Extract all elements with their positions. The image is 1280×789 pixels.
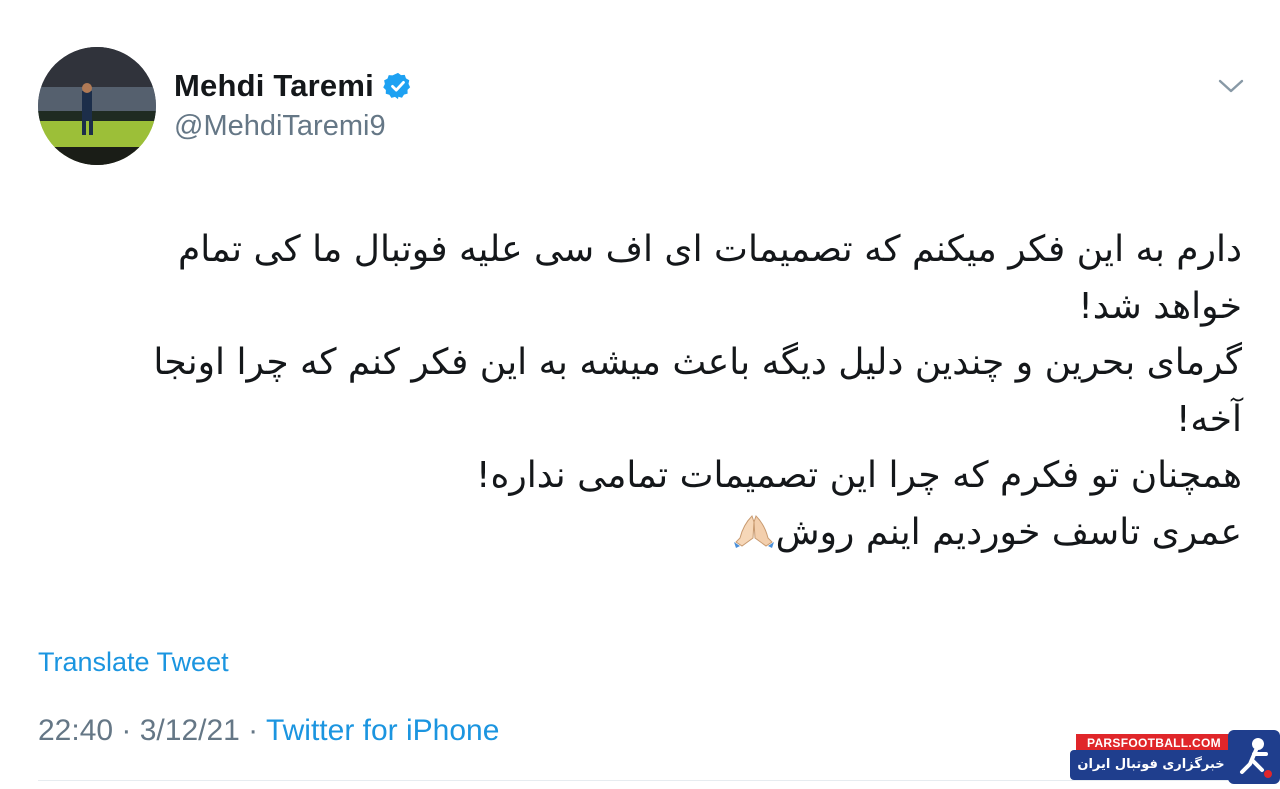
divider [38, 780, 1242, 781]
tweet-time[interactable]: 22:40 [38, 714, 113, 747]
user-handle[interactable]: @MehdiTaremi9 [174, 110, 386, 143]
tweet-date[interactable]: 3/12/21 [140, 714, 240, 747]
meta-separator: · [113, 714, 140, 747]
watermark-tagline: خبرگزاری فوتبال ایران [1070, 750, 1232, 780]
tweet-line: دارم به این فکر میکنم که تصمیمات ای اف س… [177, 229, 1242, 270]
display-name[interactable]: Mehdi Taremi [174, 68, 413, 104]
meta-separator: · [239, 714, 266, 747]
avatar[interactable] [38, 47, 156, 165]
folded-hands-icon [733, 514, 774, 548]
tweet-source-link[interactable]: Twitter for iPhone [266, 714, 499, 747]
tweet-text: دارم به این فکر میکنم که تصمیمات ای اف س… [38, 222, 1242, 561]
tweet-line: آخه! [1176, 398, 1242, 440]
tweet-metadata: 22:40 · 3/12/21 · Twitter for iPhone [38, 714, 499, 748]
chevron-down-icon[interactable] [1218, 78, 1244, 94]
tweet-line-last: عمری تاسف خوردیم اینم روش [38, 505, 1242, 562]
tweet-line: همچنان تو فکرم که چرا این تصمیمات تمامی … [476, 455, 1242, 496]
avatar-image [38, 47, 156, 165]
tweet-line: عمری تاسف خوردیم اینم روش [775, 511, 1242, 553]
translate-tweet-link[interactable]: Translate Tweet [38, 647, 229, 678]
tweet-line: گرمای بحرین و چندین دلیل دیگه باعث میشه … [153, 342, 1242, 383]
watermark: PARSFOOTBALL.COM خبرگزاری فوتبال ایران [1070, 728, 1280, 785]
tweet-line: خواهد شد! [1078, 285, 1242, 327]
watermark-logo-icon [1228, 730, 1280, 784]
display-name-text: Mehdi Taremi [174, 68, 374, 103]
verified-badge-icon [383, 72, 411, 100]
